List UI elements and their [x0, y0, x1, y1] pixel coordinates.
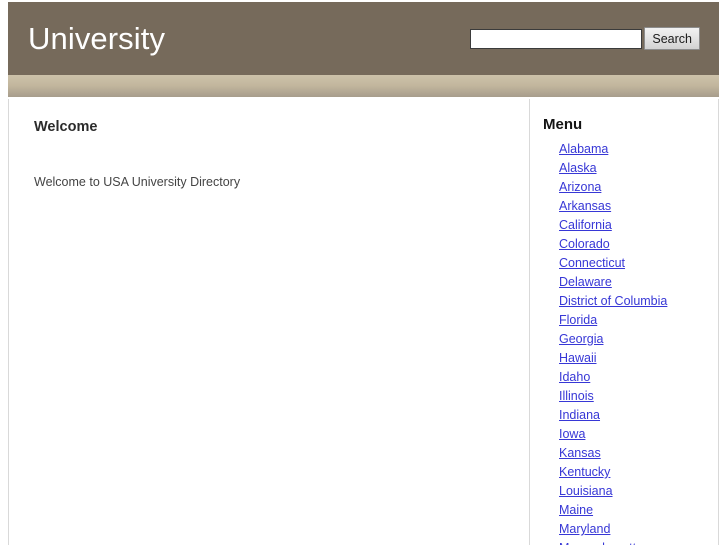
- sidebar-menu-list: Alabama Alaska Arizona Arkansas California Co…: [530, 132, 718, 545]
- list-item: Hawaii: [559, 348, 718, 367]
- list-item: Georgia: [559, 329, 718, 348]
- sidebar-item-kansas[interactable]: Kansas: [559, 446, 601, 460]
- list-item: Maryland: [559, 519, 718, 538]
- list-item: Illinois: [559, 386, 718, 405]
- list-item: Florida: [559, 310, 718, 329]
- sidebar-item-connecticut[interactable]: Connecticut: [559, 256, 625, 270]
- search-area: Search: [470, 27, 719, 50]
- sidebar-item-florida[interactable]: Florida: [559, 313, 597, 327]
- list-item: Maine: [559, 500, 718, 519]
- site-title: University: [28, 21, 166, 56]
- list-item: Louisiana: [559, 481, 718, 500]
- list-item: Alabama: [559, 139, 718, 158]
- sidebar-item-iowa[interactable]: Iowa: [559, 427, 585, 441]
- sidebar-item-alabama[interactable]: Alabama: [559, 142, 608, 156]
- list-item: Arizona: [559, 177, 718, 196]
- list-item: Kansas: [559, 443, 718, 462]
- sidebar-item-kentucky[interactable]: Kentucky: [559, 465, 610, 479]
- list-item: Colorado: [559, 234, 718, 253]
- content-area: Welcome Welcome to USA University Direct…: [8, 99, 719, 545]
- list-item: Idaho: [559, 367, 718, 386]
- list-item: Arkansas: [559, 196, 718, 215]
- main-content-column: Welcome Welcome to USA University Direct…: [9, 99, 530, 545]
- list-item: Indiana: [559, 405, 718, 424]
- sidebar-item-arizona[interactable]: Arizona: [559, 180, 601, 194]
- sidebar-item-maryland[interactable]: Maryland: [559, 522, 610, 536]
- sidebar-item-delaware[interactable]: Delaware: [559, 275, 612, 289]
- sidebar-item-indiana[interactable]: Indiana: [559, 408, 600, 422]
- search-input[interactable]: [470, 28, 643, 49]
- sidebar-item-district-of-columbia[interactable]: District of Columbia: [559, 294, 667, 308]
- sidebar-item-colorado[interactable]: Colorado: [559, 237, 610, 251]
- list-item: Alaska: [559, 158, 718, 177]
- sidebar-heading: Menu: [543, 116, 583, 133]
- search-button[interactable]: Search: [644, 27, 700, 50]
- sidebar-item-alaska[interactable]: Alaska: [559, 161, 597, 175]
- list-item: Connecticut: [559, 253, 718, 272]
- list-item: District of Columbia: [559, 291, 718, 310]
- site-header: University Search: [8, 2, 719, 75]
- list-item: Delaware: [559, 272, 718, 291]
- list-item: Massachusetts: [559, 538, 718, 545]
- sidebar-item-maine[interactable]: Maine: [559, 503, 593, 517]
- sidebar: Menu Alabama Alaska Arizona Arkansas Califor…: [530, 99, 718, 545]
- sidebar-item-illinois[interactable]: Illinois: [559, 389, 594, 403]
- sidebar-item-idaho[interactable]: Idaho: [559, 370, 590, 384]
- list-item: Kentucky: [559, 462, 718, 481]
- list-item: California: [559, 215, 718, 234]
- sidebar-item-hawaii[interactable]: Hawaii: [559, 351, 597, 365]
- page-title: Welcome: [34, 119, 98, 135]
- nav-strip: [8, 75, 719, 97]
- sidebar-item-georgia[interactable]: Georgia: [559, 332, 603, 346]
- welcome-message: Welcome to USA University Directory: [34, 174, 241, 189]
- sidebar-item-arkansas[interactable]: Arkansas: [559, 199, 611, 213]
- page-root: University Search Welcome Welcome to USA…: [0, 0, 727, 545]
- sidebar-item-massachusetts[interactable]: Massachusetts: [559, 541, 642, 545]
- sidebar-item-california[interactable]: California: [559, 218, 612, 232]
- sidebar-item-louisiana[interactable]: Louisiana: [559, 484, 613, 498]
- list-item: Iowa: [559, 424, 718, 443]
